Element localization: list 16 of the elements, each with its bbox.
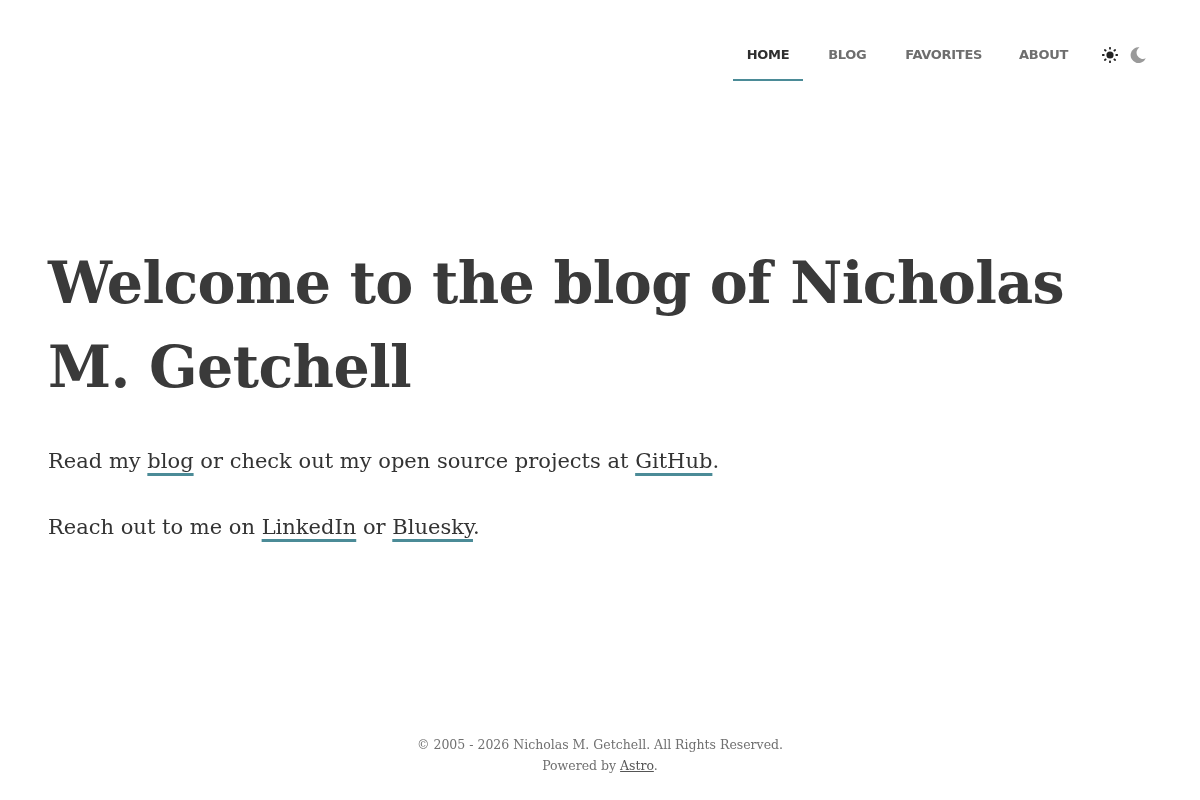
sun-icon[interactable] — [1102, 47, 1118, 64]
nav-link[interactable]: BLOG — [812, 36, 883, 81]
copyright-text: © 2005 - 2026 Nicholas M. Getchell. All Rights Reserved. — [415, 736, 784, 754]
intro-paragraph: Reach out to me on LinkedIn or Bluesky. — [48, 513, 481, 541]
page-heading: Welcome to the blog of Nicholas M. Getchell — [48, 247, 1066, 402]
text-link[interactable]: GitHub — [635, 448, 713, 473]
intro-paragraph: Read my blog or check out my open source projects at GitHub. — [48, 447, 721, 475]
moon-icon[interactable] — [1130, 47, 1146, 64]
astro-link[interactable]: Astro — [620, 758, 654, 773]
text-link[interactable]: blog — [147, 448, 194, 473]
powered-by-text: Powered by Astro. — [541, 757, 659, 775]
nav-link[interactable]: FAVORITES — [891, 36, 997, 81]
nav-link[interactable]: ABOUT — [1005, 36, 1082, 81]
text-link[interactable]: LinkedIn — [261, 514, 357, 539]
text-link[interactable]: Bluesky — [392, 514, 473, 539]
nav-link[interactable]: HOME — [732, 36, 804, 81]
